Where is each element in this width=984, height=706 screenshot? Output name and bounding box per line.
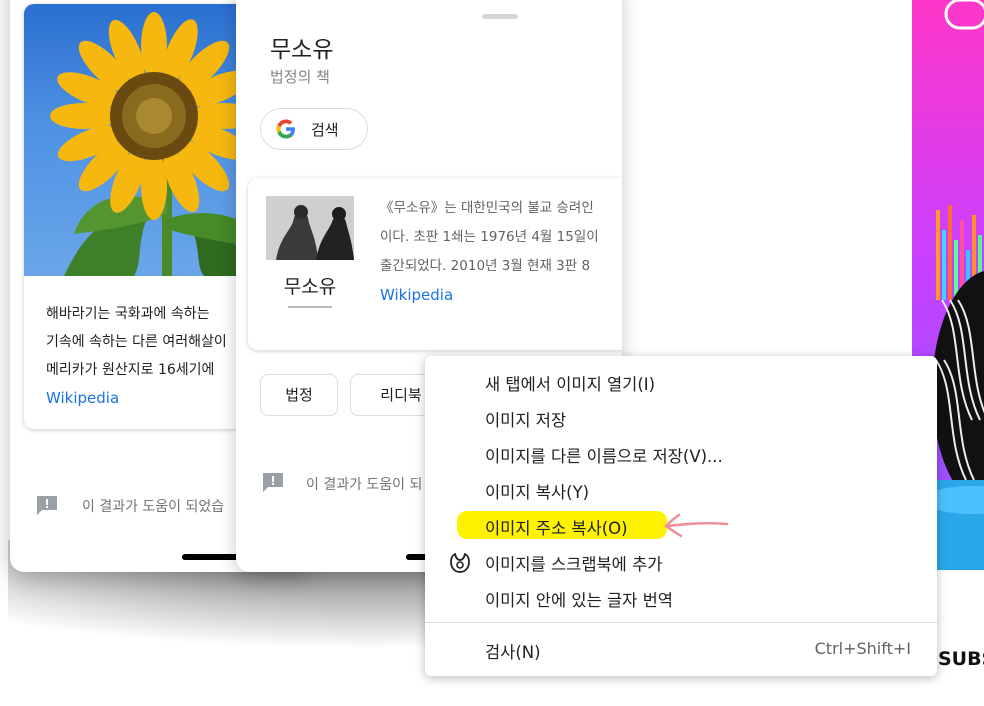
feedback-icon bbox=[37, 496, 57, 515]
book-title: 무소유 bbox=[270, 37, 334, 63]
menu-item-save-image[interactable]: 이미지 저장 bbox=[425, 400, 937, 436]
book-subtitle: 법정의 책 bbox=[270, 68, 330, 86]
menu-divider bbox=[425, 622, 937, 623]
menu-item-copy-image[interactable]: 이미지 복사(Y) bbox=[425, 472, 937, 508]
subscribe-text-fragment: SUBS bbox=[938, 648, 984, 670]
menu-item-shortcut: Ctrl+Shift+I bbox=[814, 639, 911, 658]
menu-item-open-image-new-tab[interactable]: 새 탭에서 이미지 열기(I) bbox=[425, 364, 937, 400]
search-chip-label: 검색 bbox=[311, 121, 339, 139]
menu-item-label: 이미지를 다른 이름으로 저장(V)... bbox=[485, 447, 723, 466]
cover-photo bbox=[266, 196, 354, 260]
menu-item-label: 이미지를 스크랩북에 추가 bbox=[485, 555, 663, 574]
menu-item-label: 이미지 저장 bbox=[485, 411, 567, 430]
feedback-text: 이 결과가 도움이 되 bbox=[306, 477, 423, 493]
menu-item-save-image-as[interactable]: 이미지를 다른 이름으로 저장(V)... bbox=[425, 436, 937, 472]
description-line: 《무소유》는 대한민국의 불교 승려인 bbox=[380, 200, 594, 216]
context-menu: 새 탭에서 이미지 열기(I) 이미지 저장 이미지를 다른 이름으로 저장(V… bbox=[425, 356, 937, 676]
wikipedia-link[interactable]: Wikipedia bbox=[380, 281, 622, 310]
chip-beopjeong[interactable]: 법정 bbox=[260, 374, 338, 416]
book-info-card[interactable]: 무소유 《무소유》는 대한민국의 불교 승려인 이다. 초판 1쇄는 1976년… bbox=[248, 178, 622, 350]
google-search-chip[interactable]: 검색 bbox=[260, 108, 368, 150]
menu-item-inspect[interactable]: 검사(N) Ctrl+Shift+I bbox=[425, 632, 937, 668]
menu-item-label: 이미지 안에 있는 글자 번역 bbox=[485, 591, 673, 610]
book-cover-image[interactable]: 무소유 bbox=[266, 196, 354, 326]
menu-item-label: 이미지 주소 복사(O) bbox=[485, 519, 628, 538]
google-icon bbox=[276, 119, 295, 139]
description-line: 출간되었다. 2010년 3월 현재 3판 8 bbox=[380, 258, 591, 274]
menu-item-label: 이미지 복사(Y) bbox=[485, 483, 590, 502]
cover-divider bbox=[288, 306, 332, 308]
menu-item-label: 검사(N) bbox=[485, 643, 541, 662]
menu-item-copy-image-address[interactable]: 이미지 주소 복사(O) bbox=[425, 508, 937, 544]
cover-title: 무소유 bbox=[283, 276, 337, 298]
feedback-text: 이 결과가 도움이 되었습 bbox=[82, 499, 225, 515]
feedback-icon bbox=[263, 473, 283, 492]
annotation-arrow-icon bbox=[664, 513, 729, 538]
scrapbook-icon bbox=[450, 552, 470, 573]
menu-item-translate-image-text[interactable]: 이미지 안에 있는 글자 번역 bbox=[425, 580, 937, 616]
menu-item-label: 새 탭에서 이미지 열기(I) bbox=[485, 375, 656, 394]
book-description: 《무소유》는 대한민국의 불교 승려인 이다. 초판 1쇄는 1976년 4월 … bbox=[380, 194, 622, 310]
description-line: 이다. 초판 1쇄는 1976년 4월 15일이 bbox=[380, 229, 599, 245]
drag-handle[interactable] bbox=[482, 14, 518, 19]
menu-item-add-to-scrapbook[interactable]: 이미지를 스크랩북에 추가 bbox=[425, 544, 937, 580]
